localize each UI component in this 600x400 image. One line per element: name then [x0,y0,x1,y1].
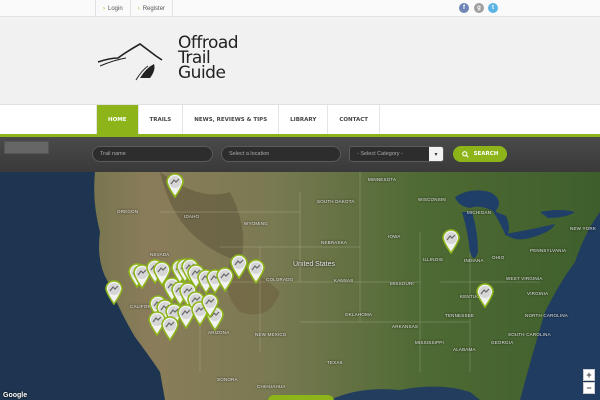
map-view-tab[interactable] [268,395,334,400]
map-label-chihuahua: CHIHUAHUA [257,384,286,389]
map-label-iowa: IOWA [388,234,401,239]
trail-marker-icon[interactable] [475,282,495,308]
map-label-pennsylvania: PENNSYLVANIA [530,248,567,253]
nav-library[interactable]: LIBRARY [279,105,329,135]
map-label-idaho: IDAHO [184,214,200,219]
search-toggle-box[interactable] [4,141,49,154]
facebook-icon[interactable]: f [459,3,469,13]
map-label-georgia: GEORGIA [491,340,514,345]
login-label: Login [108,5,123,12]
location-input[interactable]: Select a location [221,146,341,162]
category-select-value: - Select Category - [357,151,403,157]
satellite-map-image [0,172,600,400]
map-label-new-mexico: NEW MEXICO [255,332,287,337]
trail-marker-icon[interactable] [441,228,461,254]
register-link[interactable]: › Register [129,0,174,17]
search-button[interactable]: SEARCH [453,146,507,162]
site-logo-text[interactable]: Offroad Trail Guide [178,35,273,83]
main-nav: HOME TRAILS NEWS, REVIEWS & TIPS LIBRARY… [0,104,600,135]
top-bar: › Login › Register f g t [0,0,600,17]
chevron-down-icon: ▾ [429,147,443,161]
logo-line-3: Guide [178,63,226,83]
map-label-mississippi: MISSISSIPPI [415,340,444,345]
trail-marker-icon[interactable] [160,315,180,341]
map-label-nevada: NEVADA [150,252,170,257]
chevron-right-icon: › [137,5,140,12]
register-label: Register [142,5,166,12]
map-label-texas: TEXAS [327,360,343,365]
map-label-oregon: OREGON [117,209,139,214]
map-label-sonora: SONORA [217,377,238,382]
nav-trails[interactable]: TRAILS [139,105,184,135]
google-plus-icon[interactable]: g [474,3,484,13]
map-label-kansas: KANSAS [334,278,354,283]
map-label-united-states: United States [293,261,336,268]
category-select[interactable]: - Select Category - ▾ [349,146,444,162]
map-label-west-virginia: WEST VIRGINIA [506,276,543,281]
trail-search-bar: Trail name Select a location - Select Ca… [0,137,600,172]
map-label-wyoming: WYOMING [244,221,268,226]
map-label-colorado: COLORADO [266,277,294,282]
twitter-icon[interactable]: t [488,3,498,13]
chevron-right-icon: › [103,5,105,12]
trail-marker-icon[interactable] [104,279,124,305]
map-label-south-carolina: SOUTH CAROLINA [508,332,551,337]
trail-name-input[interactable]: Trail name [92,146,213,162]
map-label-arkansas: ARKANSAS [392,324,419,329]
map-label-virginia: VIRGINIA [527,291,549,296]
map-label-north-carolina: NORTH CAROLINA [525,313,568,318]
site-header [0,18,600,104]
nav-contact[interactable]: CONTACT [328,105,381,135]
account-links: › Login › Register [95,0,174,17]
trail-marker-icon[interactable] [246,258,266,284]
trail-marker-icon[interactable] [200,292,220,318]
mountain-logo-icon[interactable] [96,40,178,82]
map-label-wisconsin: WISCONSIN [418,197,446,202]
map-label-indiana: INDIANA [464,258,484,263]
login-link[interactable]: › Login [95,0,130,17]
map-label-illinois: ILLINOIS [423,257,444,262]
trail-map[interactable]: MINNESOTA WISCONSIN MICHIGAN OREGON IDAH… [0,172,600,400]
map-label-oklahoma: OKLAHOMA [345,312,373,317]
map-label-tennessee: TENNESSEE [445,313,475,318]
trail-marker-icon[interactable] [165,172,185,198]
map-label-south-dakota: SOUTH DAKOTA [317,199,355,204]
map-label-michigan: MICHIGAN [467,210,492,215]
map-label-minnesota: MINNESOTA [368,177,397,182]
map-label-alabama: ALABAMA [453,347,476,352]
map-label-new-york: NEW YORK [570,226,597,231]
search-button-label: SEARCH [473,151,499,157]
zoom-out-button[interactable]: − [583,382,595,394]
map-label-missouri: MISSOURI [390,281,414,286]
search-icon [461,150,469,158]
zoom-in-button[interactable]: + [583,369,595,381]
map-label-nebraska: NEBRASKA [321,240,348,245]
nav-home[interactable]: HOME [96,105,139,135]
map-label-ohio: OHIO [492,255,505,260]
nav-news-reviews-tips[interactable]: NEWS, REVIEWS & TIPS [183,105,280,135]
google-attribution: Google [3,392,28,399]
